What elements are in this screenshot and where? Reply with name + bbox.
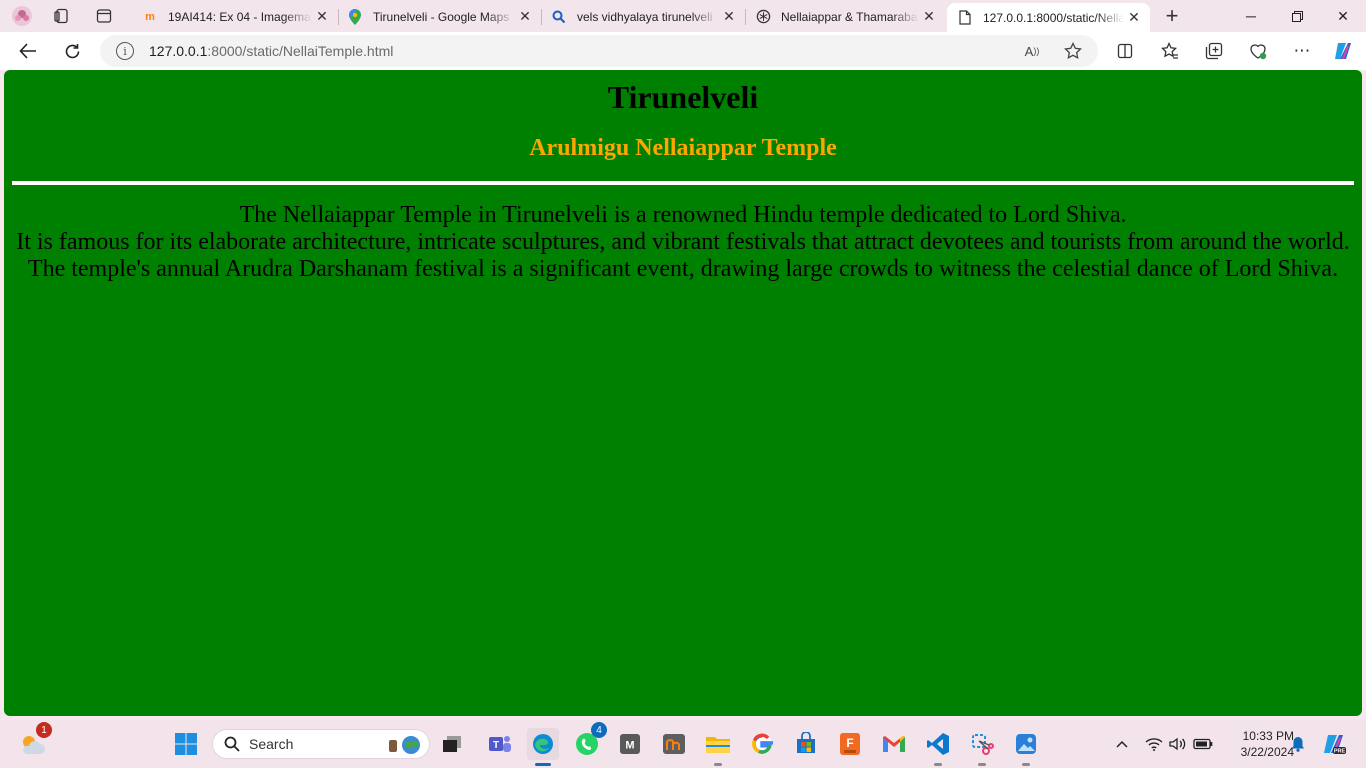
vscode-icon[interactable] [922, 728, 954, 766]
weather-widget-icon[interactable]: 1 [16, 722, 52, 760]
description-line: It is famous for its elaborate architect… [16, 229, 1350, 255]
notification-bell-icon[interactable] [1288, 734, 1308, 754]
running-indicator [714, 763, 722, 766]
whatsapp-icon[interactable]: 4 [571, 722, 607, 760]
search-label: Search [249, 736, 294, 752]
favorite-star-icon[interactable] [1061, 39, 1085, 63]
url-path: :8000/static/NellaiTemple.html [207, 43, 394, 59]
weather-badge: 1 [36, 722, 52, 738]
windows-taskbar: 1 Search T 4 M F 10:33 PM 3/22/2024 PRE [0, 720, 1366, 768]
clock-date: 3/22/2024 [1240, 745, 1294, 759]
restore-icon[interactable] [1274, 0, 1320, 32]
tab-title: 127.0.0.1:8000/static/NellaiTemple.html [983, 10, 1124, 25]
start-windows-icon[interactable] [170, 728, 202, 760]
favorites-icon[interactable] [1156, 37, 1184, 65]
page-icon [957, 10, 973, 26]
read-aloud-icon[interactable]: A)) [1020, 39, 1044, 63]
back-arrow-icon[interactable] [14, 37, 42, 65]
horizontal-rule [12, 181, 1354, 185]
task-view-icon[interactable] [436, 728, 468, 760]
tab-search[interactable]: vels vidhyalaya tirunelveli ✕ [541, 3, 746, 30]
volume-icon[interactable] [1168, 734, 1188, 754]
close-tab-icon[interactable]: ✕ [515, 7, 535, 27]
profile-avatar-icon[interactable] [10, 4, 34, 28]
running-indicator [978, 763, 986, 766]
show-hidden-icons-chevron-icon[interactable] [1112, 734, 1132, 754]
google-chrome-icon[interactable] [746, 728, 778, 760]
running-indicator [1022, 763, 1030, 766]
taskbar-search[interactable]: Search [212, 729, 430, 759]
browser-essentials-icon[interactable] [1244, 37, 1272, 65]
minimize-icon[interactable]: ─ [1228, 0, 1274, 32]
chatgpt-icon [755, 9, 771, 25]
tab-strip: m 19AI414: Ex 04 - Imagemap ✕ Tirunelvel… [0, 0, 1366, 32]
tab-title: 19AI414: Ex 04 - Imagemap [168, 9, 312, 24]
collections-icon[interactable] [1200, 37, 1228, 65]
tab-moodle[interactable]: m 19AI414: Ex 04 - Imagemap ✕ [132, 3, 339, 30]
description-line: The temple's annual Arudra Darshanam fes… [27, 256, 1339, 282]
tab-active-page[interactable]: 127.0.0.1:8000/static/NellaiTemple.html … [947, 3, 1150, 32]
svg-text:M: M [625, 740, 634, 752]
tab-title: Tirunelveli - Google Maps [373, 9, 510, 24]
close-window-icon[interactable]: ✕ [1320, 0, 1366, 32]
wifi-icon[interactable] [1144, 734, 1164, 754]
gmail-icon[interactable] [878, 728, 910, 760]
microsoft-store-icon[interactable] [790, 728, 822, 760]
refresh-icon[interactable] [58, 37, 86, 65]
address-bar[interactable]: i 127.0.0.1:8000/static/NellaiTemple.htm… [100, 35, 1098, 67]
new-tab-icon[interactable]: + [1160, 3, 1184, 28]
close-tab-icon[interactable]: ✕ [312, 7, 332, 27]
page-heading: Tirunelveli [607, 79, 759, 115]
workspaces-icon[interactable] [50, 4, 74, 28]
url-text[interactable]: 127.0.0.1:8000/static/NellaiTemple.html [149, 43, 393, 59]
tab-google-maps[interactable]: Tirunelveli - Google Maps ✕ [337, 3, 542, 30]
address-toolbar: i 127.0.0.1:8000/static/NellaiTemple.htm… [0, 32, 1366, 70]
search-icon [551, 9, 567, 25]
file-explorer-icon[interactable] [702, 728, 734, 766]
moodle-icon: m [145, 10, 155, 23]
edge-icon[interactable] [527, 728, 559, 766]
fusion-app-icon[interactable]: F [834, 728, 866, 760]
tab-title: Nellaiappar & Thamarabarani [781, 9, 919, 24]
url-host: 127.0.0.1 [149, 43, 208, 59]
svg-text:T: T [493, 740, 499, 751]
page-viewport: Tirunelveli Arulmigu Nellaiappar Temple … [4, 70, 1362, 716]
photos-icon[interactable] [1010, 728, 1042, 766]
active-indicator [535, 763, 551, 766]
svg-text:PRE: PRE [1334, 749, 1346, 755]
tab-chatgpt[interactable]: Nellaiappar & Thamarabarani ✕ [745, 3, 945, 30]
search-highlight-icon [383, 733, 423, 757]
vertical-tabs-icon[interactable] [92, 4, 116, 28]
split-screen-icon[interactable] [1111, 37, 1139, 65]
close-tab-icon[interactable]: ✕ [1124, 8, 1144, 28]
whatsapp-badge: 4 [591, 722, 607, 738]
close-tab-icon[interactable]: ✕ [919, 7, 939, 27]
clock-time: 10:33 PM [1242, 729, 1294, 743]
tab-title: vels vidhyalaya tirunelveli [577, 9, 713, 24]
description-line: The Nellaiappar Temple in Tirunelveli is… [239, 202, 1127, 228]
running-indicator [934, 763, 942, 766]
moodle-app-icon[interactable]: M [614, 728, 646, 760]
site-info-icon[interactable]: i [116, 42, 134, 60]
moodle-shortcut-icon[interactable] [658, 728, 690, 760]
teams-icon[interactable]: T [484, 728, 516, 760]
search-icon [223, 735, 241, 753]
battery-icon[interactable] [1193, 734, 1213, 754]
page-subheading: Arulmigu Nellaiappar Temple [529, 135, 837, 161]
svg-text:F: F [846, 736, 853, 750]
snipping-tool-icon[interactable] [966, 728, 998, 766]
temple-description: The Nellaiappar Temple in Tirunelveli is… [4, 202, 1362, 283]
maps-pin-icon [347, 8, 363, 25]
more-options-icon[interactable]: ⋯ [1288, 37, 1316, 65]
copilot-icon[interactable] [1329, 37, 1357, 65]
close-tab-icon[interactable]: ✕ [719, 7, 739, 27]
system-clock[interactable]: 10:33 PM 3/22/2024 [1222, 728, 1294, 760]
copilot-preview-icon[interactable]: PRE [1318, 728, 1350, 760]
